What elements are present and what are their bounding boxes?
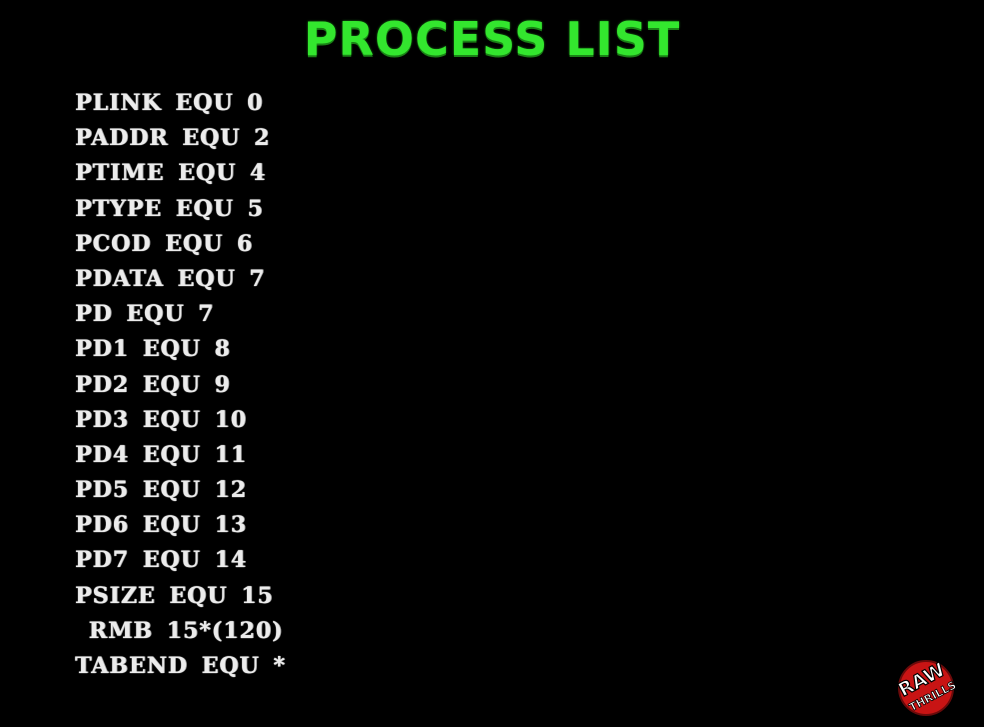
code-line-rmb: RMB 15*(120) (75, 617, 284, 644)
code-line-psize: PSIZE EQU 15 (75, 582, 274, 609)
code-line-plink: PLINK EQU 0 (75, 90, 264, 116)
code-line-pd6: PD6 EQU 13 (75, 512, 247, 539)
code-line-pd3: PD3 EQU 10 (75, 406, 247, 433)
code-line-pd5: PD5 EQU 12 (75, 477, 247, 504)
code-listing: PLINK EQU 0 PADDR EQU 2 PTIME EQU 4 PTYP… (75, 86, 286, 684)
code-line-pd7: PD7 EQU 14 (75, 547, 247, 574)
code-line-pcod: PCOD EQU 6 (75, 230, 254, 257)
raw-thrills-logo-icon: RAW THRILLS (886, 652, 968, 722)
process-list-screen: PROCESS LIST PLINK EQU 0 PADDR EQU 2 PTI… (0, 0, 984, 725)
page-title: PROCESS LIST (303, 12, 681, 66)
code-line-tabend: TABEND EQU * (75, 653, 286, 679)
code-line-pd2: PD2 EQU 9 (75, 371, 231, 398)
code-line-ptype: PTYPE EQU 5 (75, 195, 264, 222)
code-line-ptime: PTIME EQU 4 (75, 160, 267, 187)
code-line-pd1: PD1 EQU 8 (75, 336, 231, 363)
code-line-pd4: PD4 EQU 11 (75, 441, 247, 468)
code-line-pdata: PDATA EQU 7 (75, 265, 266, 292)
code-line-pd: PD EQU 7 (75, 301, 215, 328)
code-line-paddr: PADDR EQU 2 (75, 125, 271, 152)
